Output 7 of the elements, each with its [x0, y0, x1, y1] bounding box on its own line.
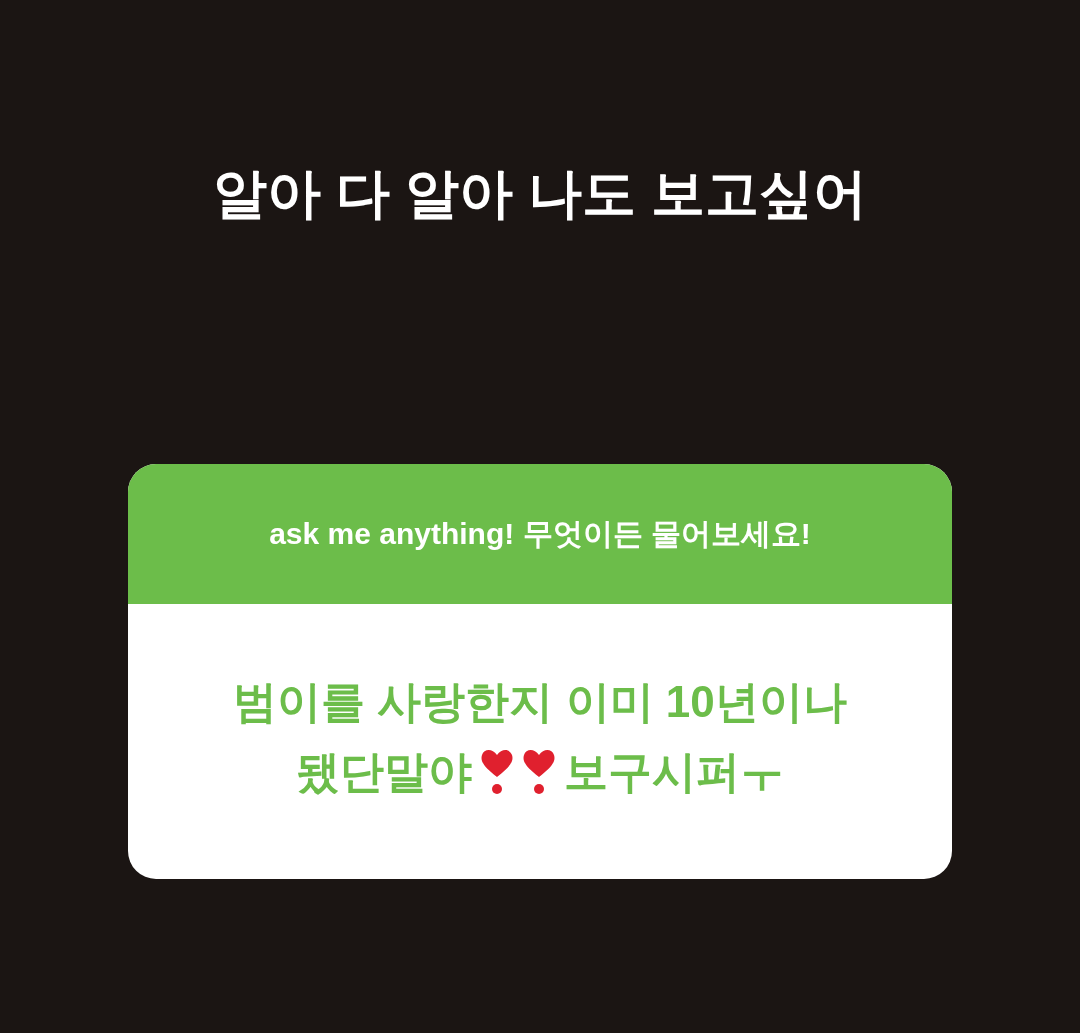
answer-text: 범이를 사랑한지 이미 10년이나	[233, 676, 847, 728]
story-text: 알아 다 알아 나도 보고싶어	[213, 162, 867, 225]
heart-exclamation-icon	[522, 747, 556, 797]
heart-exclamation-icon	[480, 747, 514, 797]
sticker-prompt: ask me anything! 무엇이든 물어보세요!	[269, 516, 811, 552]
answer-text: 보구시퍼ㅜ	[564, 746, 784, 798]
answer-text: 됐단말야	[296, 746, 472, 798]
